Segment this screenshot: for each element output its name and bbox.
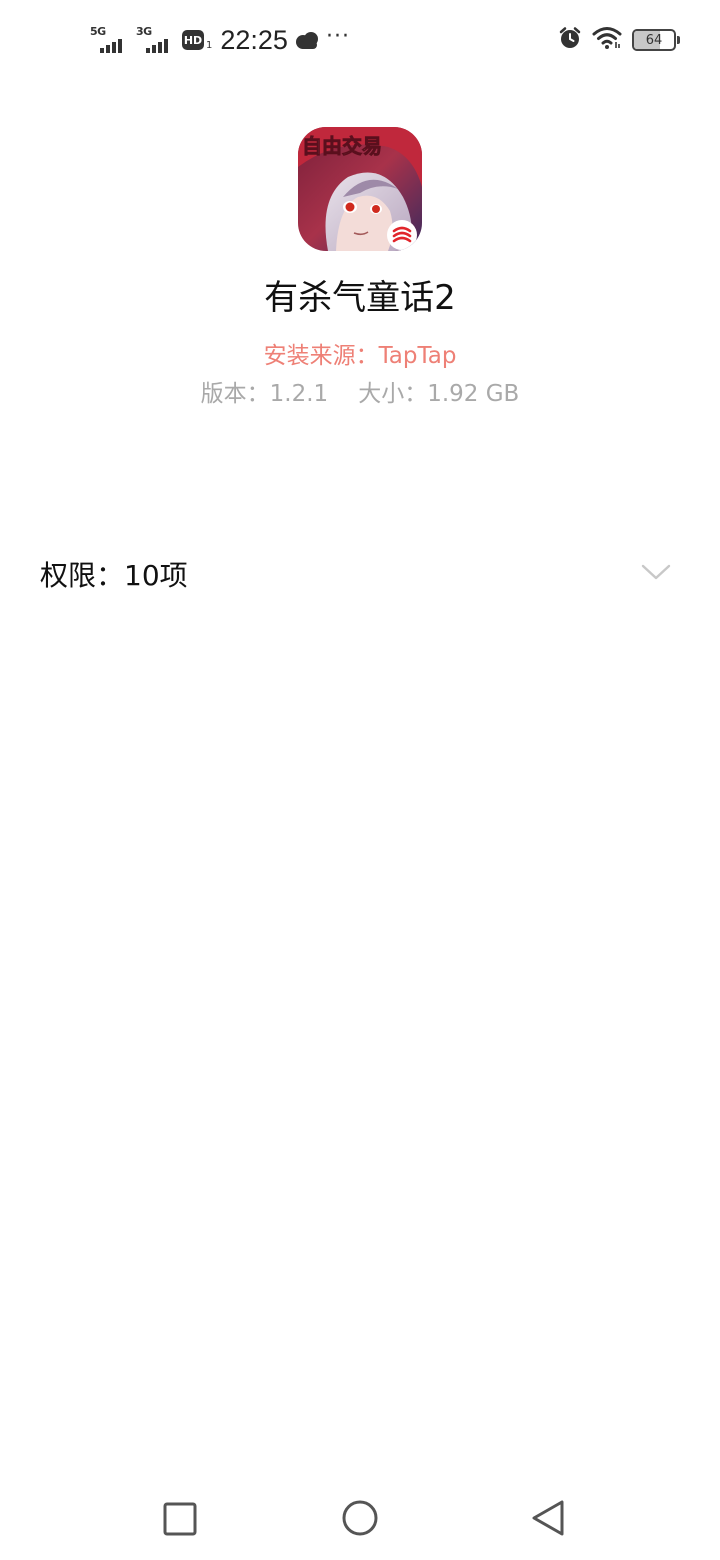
- navigation-bar: [0, 1480, 720, 1560]
- app-icon: 自由交易: [298, 127, 422, 251]
- home-icon[interactable]: [336, 1496, 384, 1544]
- network-type-5g: 5G: [90, 25, 106, 38]
- status-time: 22:25: [220, 24, 288, 55]
- permissions-row[interactable]: 权限：10项: [0, 540, 720, 606]
- signal-3g-icon: 3G: [134, 25, 174, 55]
- status-right: 64: [558, 24, 680, 56]
- hd-voice-sim: 1: [206, 39, 213, 51]
- cloud-icon: [294, 30, 320, 50]
- hd-voice-icon: HD: [182, 30, 204, 50]
- app-meta: 版本：1.2.1 大小：1.92 GB: [0, 374, 720, 408]
- status-left: 5G 3G HD 1 22:25 ···: [88, 22, 350, 58]
- app-version: 版本：1.2.1: [200, 381, 329, 407]
- battery-cap: [677, 36, 680, 44]
- battery-level: 64: [645, 32, 663, 48]
- install-source: 安装来源：TapTap: [263, 343, 457, 369]
- status-bar: 5G 3G HD 1 22:25 ··· 64: [0, 0, 720, 80]
- permissions-label: 权限：10项: [40, 559, 188, 592]
- more-icon: ···: [325, 23, 350, 49]
- network-type-3g: 3G: [136, 25, 152, 38]
- battery-icon: 64: [632, 29, 676, 51]
- signal-5g-icon: 5G: [88, 25, 128, 55]
- app-icon-text: 自由交易: [302, 134, 382, 158]
- app-size: 大小：1.92 GB: [358, 381, 520, 407]
- wifi-icon: [592, 26, 622, 54]
- chevron-down-icon[interactable]: [640, 560, 672, 584]
- back-icon[interactable]: [524, 1496, 572, 1544]
- recents-icon[interactable]: [156, 1496, 204, 1544]
- app-name: 有杀气童话2: [264, 278, 456, 318]
- alarm-icon: [558, 26, 582, 54]
